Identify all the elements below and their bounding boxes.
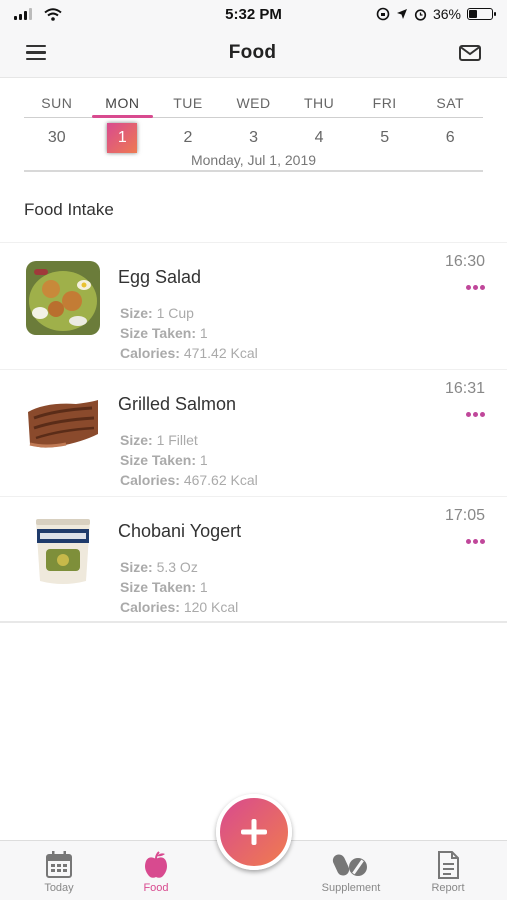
calories-value: 467.62 Kcal — [183, 472, 258, 488]
apple-icon — [145, 851, 167, 878]
weekday-label-mon[interactable]: MON — [90, 90, 156, 118]
page-title: Food — [228, 41, 277, 63]
size-taken-value: 1 — [199, 452, 208, 468]
food-list: Egg Salad 16:30 Size: 1 Cup Size Taken: … — [0, 242, 507, 623]
food-name: Grilled Salmon — [118, 394, 237, 414]
food-item-egg-salad[interactable]: Egg Salad 16:30 Size: 1 Cup Size Taken: … — [0, 242, 507, 369]
size-taken-value: 1 — [199, 325, 208, 341]
size-value: 5.3 Oz — [156, 559, 198, 575]
date-cell[interactable]: 30 — [24, 129, 90, 147]
food-details: Size: 1 Cup Size Taken: 1 Calories: 471.… — [120, 303, 258, 363]
tab-label: Today — [44, 882, 74, 894]
size-label: Size: — [120, 432, 153, 448]
food-time: 17:05 — [444, 507, 485, 524]
calories-value: 471.42 Kcal — [183, 345, 258, 361]
tab-label: Food — [143, 882, 169, 894]
food-name: Chobani Yogert — [118, 521, 242, 541]
food-details: Size: 1 Fillet Size Taken: 1 Calories: 4… — [120, 430, 258, 490]
date-cell[interactable]: 3 — [221, 129, 287, 147]
signal-icon — [14, 8, 32, 20]
hamburger-icon[interactable] — [26, 44, 46, 61]
tab-report[interactable]: Report — [408, 850, 488, 894]
more-options-icon[interactable] — [466, 412, 485, 417]
calories-value: 120 Kcal — [183, 599, 239, 615]
date-number: 1 — [107, 123, 138, 153]
tab-label: Supplement — [321, 882, 381, 894]
weekday-label-fri[interactable]: FRI — [352, 90, 418, 117]
size-taken-value: 1 — [199, 579, 208, 595]
calendar-icon — [46, 851, 72, 878]
status-bar: 5:32 PM 36% — [0, 0, 507, 28]
date-cell[interactable]: 5 — [352, 129, 418, 147]
tab-today[interactable]: Today — [19, 850, 99, 894]
date-number: 4 — [314, 129, 324, 146]
alarm-icon — [414, 8, 427, 21]
food-details: Size: 5.3 Oz Size Taken: 1 Calories: 120… — [120, 557, 238, 617]
document-icon — [438, 851, 459, 879]
date-number: 30 — [47, 129, 66, 146]
size-taken-label: Size Taken: — [120, 325, 196, 341]
more-options-icon[interactable] — [466, 539, 485, 544]
pills-icon — [332, 854, 367, 876]
food-name: Egg Salad — [118, 267, 202, 287]
date-number: 3 — [249, 129, 258, 146]
grilled-salmon-image — [26, 388, 100, 462]
food-time: 16:30 — [444, 253, 485, 270]
mail-icon[interactable] — [459, 44, 481, 61]
more-options-icon[interactable] — [466, 285, 485, 290]
lock-rotation-icon — [376, 7, 390, 21]
weekday-label-thu[interactable]: THU — [286, 90, 352, 117]
food-time: 16:31 — [444, 380, 485, 397]
size-taken-label: Size Taken: — [120, 452, 196, 468]
size-value: 1 Fillet — [156, 432, 198, 448]
date-number: 5 — [380, 129, 390, 146]
date-cell[interactable]: 4 — [286, 129, 352, 147]
tab-label: Report — [431, 882, 465, 894]
calories-label: Calories: — [120, 345, 180, 361]
tab-supplement[interactable]: Supplement — [311, 850, 391, 894]
weekday-label-wed[interactable]: WED — [221, 90, 287, 117]
location-icon — [396, 9, 407, 19]
week-calendar: SUN MON TUE WED THU FRI SAT 30 1 2 3 4 5 6 Monday, J… — [24, 90, 483, 172]
calories-label: Calories: — [120, 599, 180, 615]
egg-salad-image — [26, 261, 100, 335]
chobani-yogurt-image — [26, 515, 100, 589]
status-time: 5:32 PM — [225, 5, 282, 23]
size-taken-label: Size Taken: — [120, 579, 196, 595]
calories-label: Calories: — [120, 472, 180, 488]
add-food-button[interactable] — [216, 794, 292, 870]
date-cell[interactable]: 2 — [155, 129, 221, 147]
date-number: 2 — [183, 129, 193, 146]
app-header: Food — [0, 28, 507, 78]
food-item-grilled-salmon[interactable]: Grilled Salmon 16:31 Size: 1 Fillet Size… — [0, 369, 507, 496]
battery-icon — [466, 8, 496, 20]
wifi-icon — [44, 7, 62, 21]
tab-food[interactable]: Food — [116, 850, 196, 894]
size-label: Size: — [120, 305, 153, 321]
size-label: Size: — [120, 559, 153, 575]
weekday-label-sat[interactable]: SAT — [417, 90, 483, 117]
size-value: 1 Cup — [156, 305, 194, 321]
food-item-chobani-yogert[interactable]: Chobani Yogert 17:05 Size: 5.3 Oz Size T… — [0, 496, 507, 623]
selected-full-date: Monday, Jul 1, 2019 — [190, 152, 317, 168]
selected-date[interactable]: 1 — [90, 123, 156, 153]
battery-percent: 36% — [432, 6, 461, 22]
weekday-label-sun[interactable]: SUN — [24, 90, 90, 117]
date-number: 6 — [445, 129, 455, 146]
plus-icon — [241, 819, 267, 845]
date-cell[interactable]: 6 — [417, 129, 483, 147]
weekday-label-tue[interactable]: TUE — [155, 90, 221, 117]
section-title: Food Intake — [24, 200, 114, 219]
